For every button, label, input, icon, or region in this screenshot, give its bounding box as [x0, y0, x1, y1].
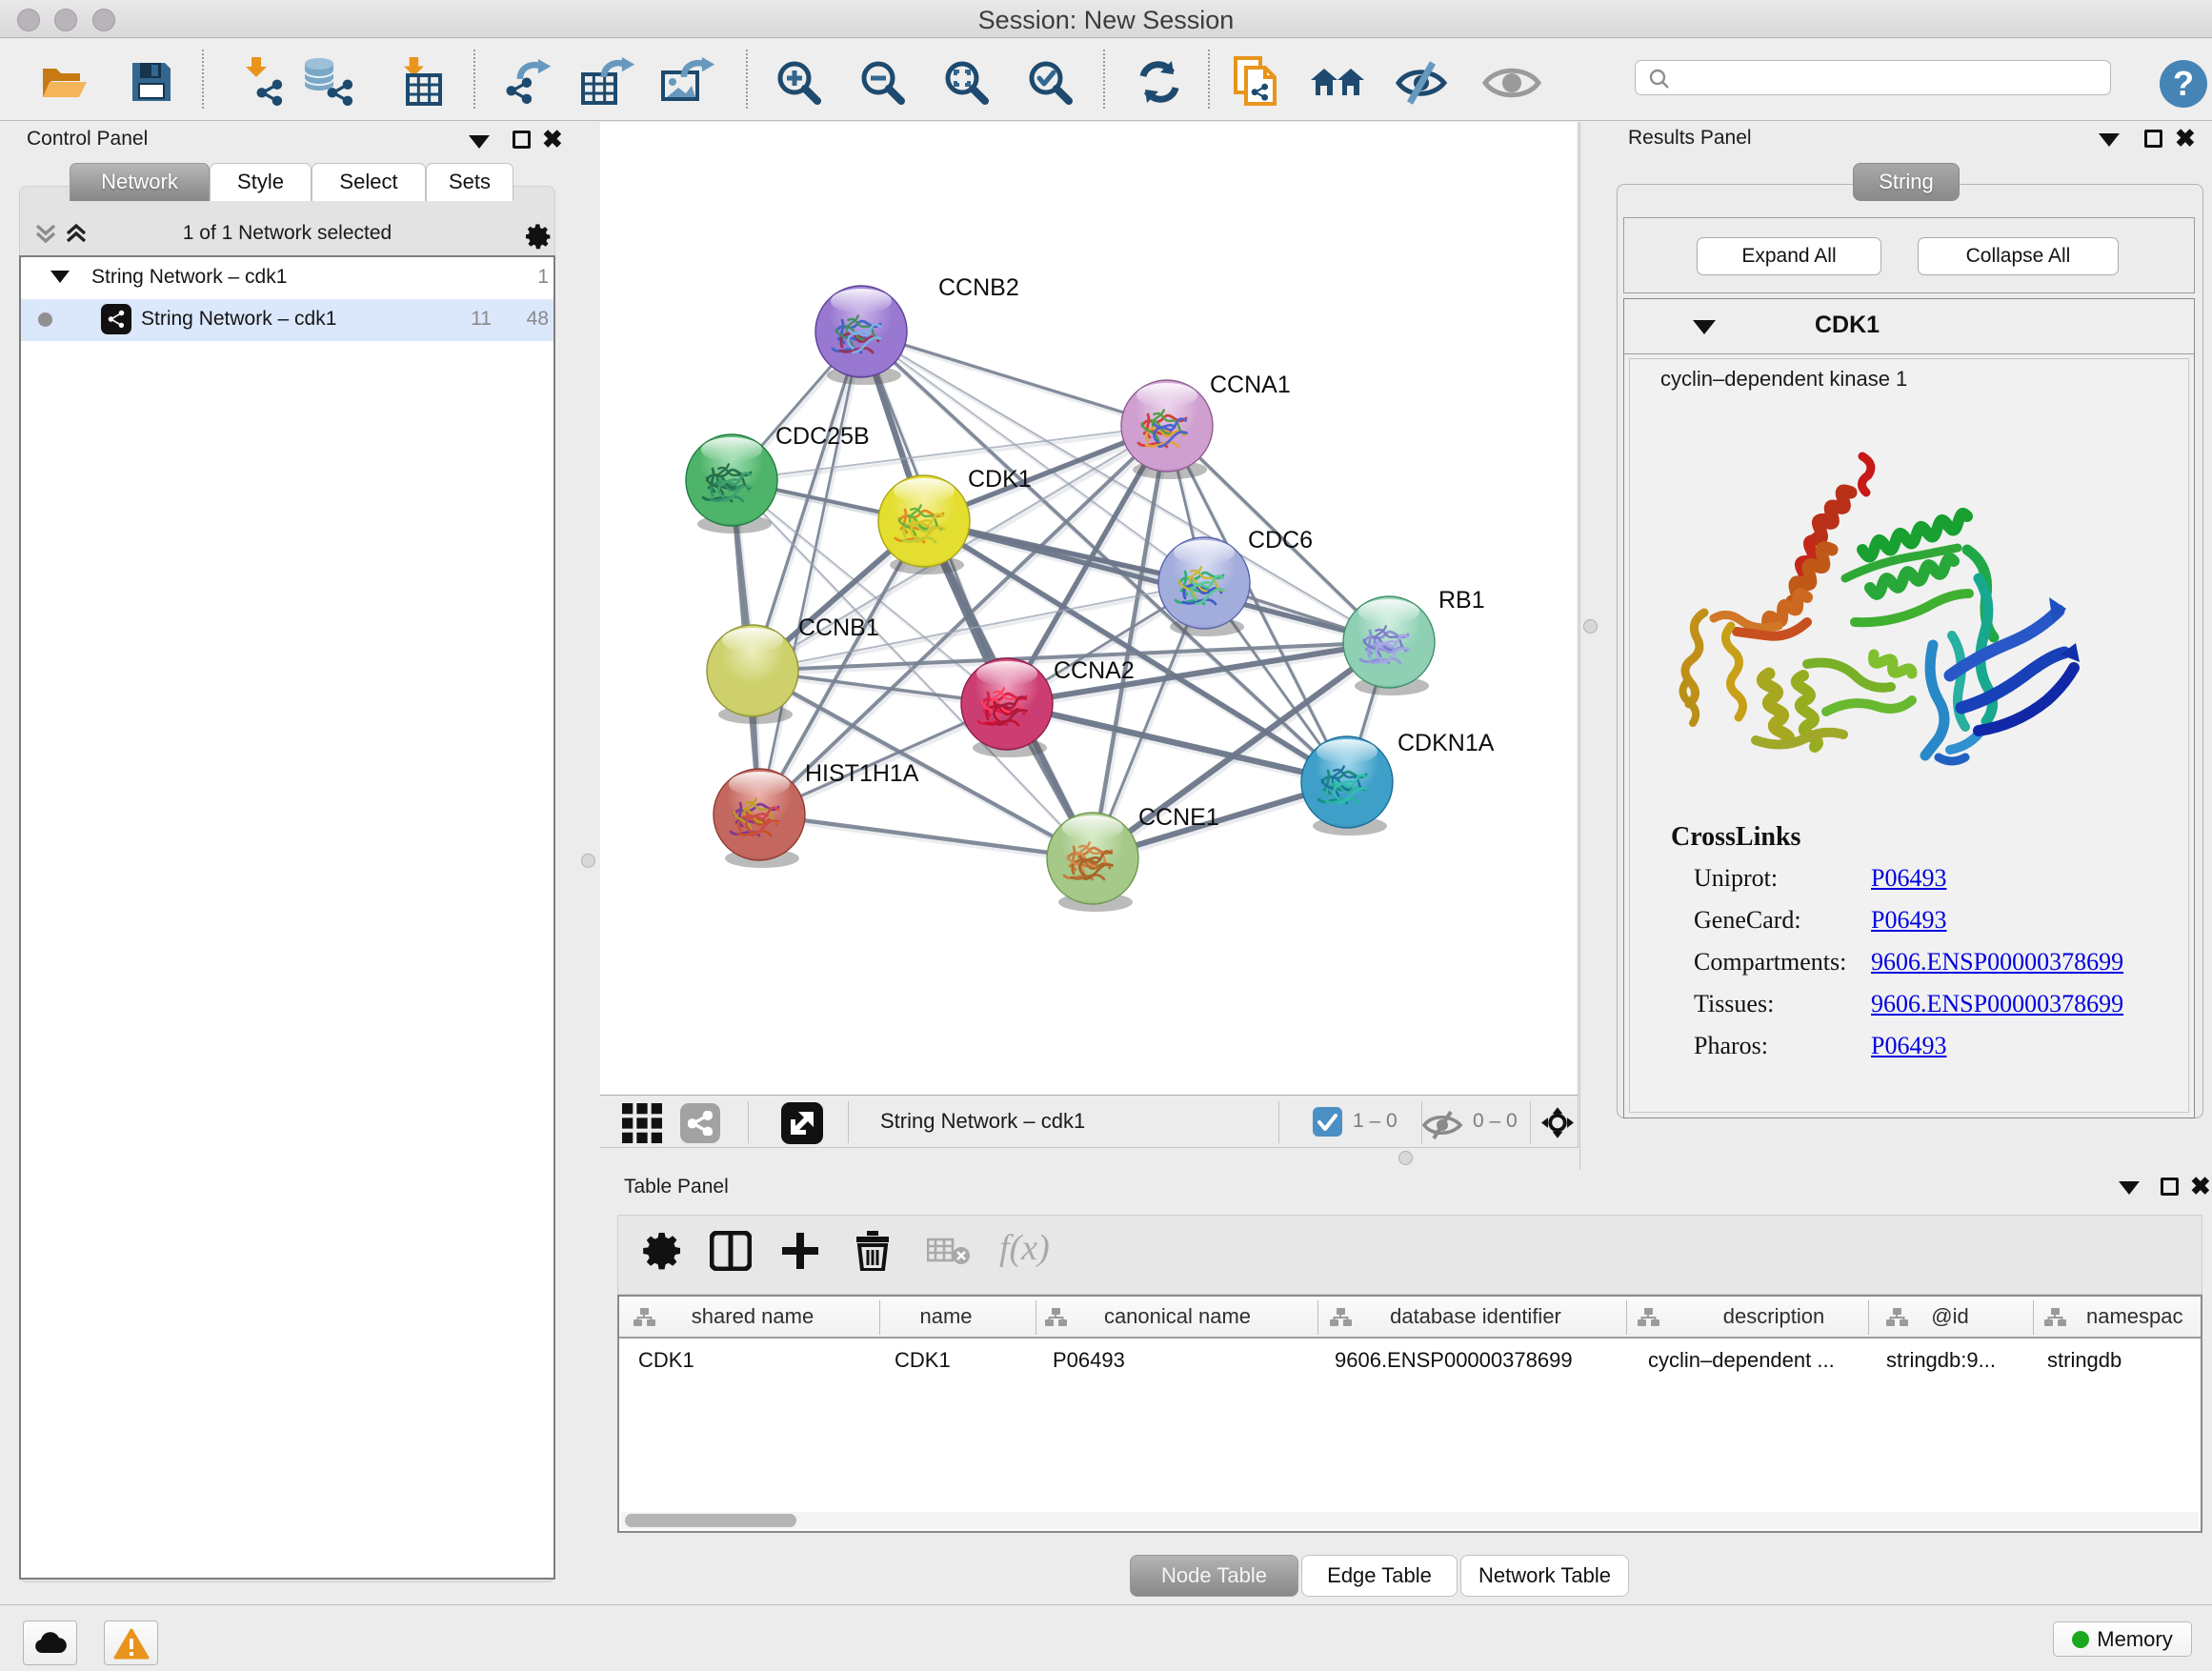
- svg-text:CDKN1A: CDKN1A: [1398, 730, 1495, 756]
- svg-text:?: ?: [2173, 64, 2194, 103]
- svg-text:CCNA1: CCNA1: [1210, 372, 1291, 398]
- svg-text:HIST1H1A: HIST1H1A: [805, 760, 919, 787]
- svg-text:CCNB1: CCNB1: [798, 614, 879, 641]
- svg-text:CCNE1: CCNE1: [1138, 804, 1219, 831]
- svg-text:CCNB2: CCNB2: [938, 274, 1019, 301]
- svg-text:RB1: RB1: [1438, 587, 1485, 614]
- svg-text:CCNA2: CCNA2: [1054, 657, 1135, 684]
- svg-text:CDK1: CDK1: [968, 466, 1032, 493]
- svg-text:CDC6: CDC6: [1248, 527, 1313, 554]
- svg-text:CDC25B: CDC25B: [775, 423, 870, 450]
